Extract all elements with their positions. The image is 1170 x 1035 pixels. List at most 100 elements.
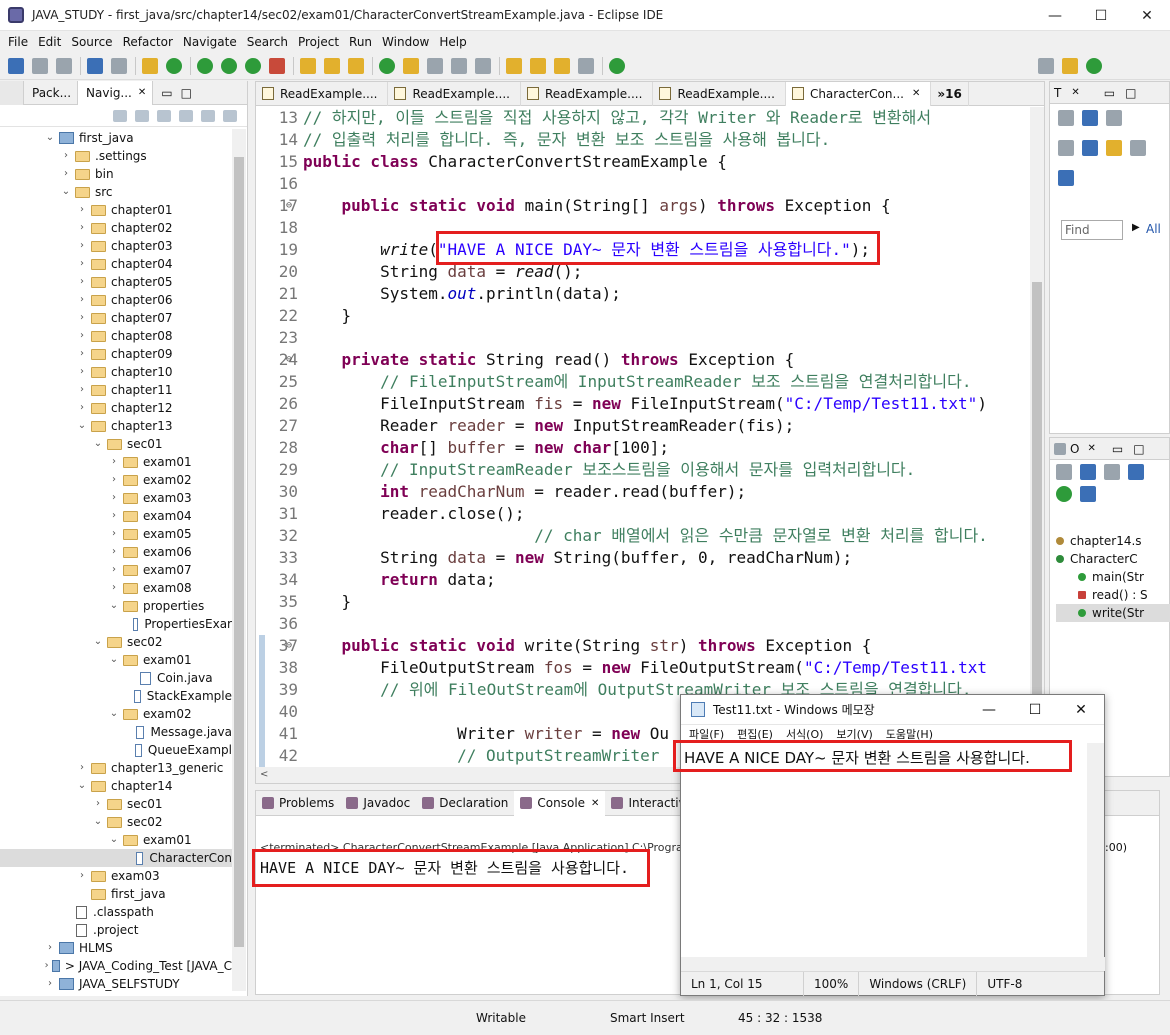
tree-item[interactable]: ⌄ sec01	[0, 435, 232, 453]
chevron-down-icon[interactable]: ⌄	[108, 597, 120, 615]
tab-navigator[interactable]: Navig... ✕	[77, 80, 154, 105]
highlight-icon[interactable]	[403, 57, 419, 74]
sync-icon[interactable]	[1082, 140, 1098, 156]
menu-item-window[interactable]: Window	[382, 35, 429, 49]
tree-item[interactable]: › chapter02	[0, 219, 232, 237]
tab-task-list[interactable]: T	[1054, 86, 1061, 100]
tree-item[interactable]: › exam06	[0, 543, 232, 561]
back-icon[interactable]	[554, 57, 570, 74]
tree-item[interactable]: › chapter07	[0, 309, 232, 327]
editor-vertical-scrollbar[interactable]	[1030, 107, 1044, 767]
tree-item[interactable]: › exam07	[0, 561, 232, 579]
maximize-view-icon[interactable]: □	[1125, 86, 1136, 100]
editor-tab[interactable]: ReadExample....	[653, 81, 786, 106]
chevron-right-icon[interactable]: ›	[76, 255, 88, 273]
tree-item[interactable]: › sec01	[0, 795, 232, 813]
find-arrow-icon[interactable]: ▶	[1132, 222, 1140, 233]
forward-icon[interactable]	[135, 109, 149, 122]
tree-item[interactable]: › .settings	[0, 147, 232, 165]
menu-item-search[interactable]: Search	[247, 35, 288, 49]
maximize-view-icon[interactable]: □	[1133, 442, 1144, 456]
outline-item[interactable]: write(Str	[1056, 604, 1170, 622]
notepad-menu-item[interactable]: 파일(F)	[689, 726, 724, 742]
chevron-down-icon[interactable]: ⌄	[92, 435, 104, 453]
pilcrow-icon[interactable]	[475, 57, 491, 74]
tree-item[interactable]: ⌄ chapter13	[0, 417, 232, 435]
hide-fields-icon[interactable]	[1104, 464, 1120, 480]
tree-item[interactable]: › exam03	[0, 867, 232, 885]
task-find-input[interactable]: Find	[1061, 220, 1123, 240]
sort-icon[interactable]	[1080, 464, 1096, 480]
minimized-views-strip[interactable]	[0, 80, 24, 105]
notepad-horizontal-scrollbar[interactable]	[681, 957, 1105, 971]
previous-annotation-icon[interactable]	[530, 57, 546, 74]
new-icon[interactable]	[8, 57, 24, 74]
chevron-right-icon[interactable]: ›	[76, 291, 88, 309]
chevron-down-icon[interactable]: ⌄	[92, 813, 104, 831]
chevron-right-icon[interactable]: ›	[60, 165, 72, 183]
chevron-right-icon[interactable]: ›	[76, 381, 88, 399]
tree-item[interactable]: ⌄ exam01	[0, 831, 232, 849]
tree-item[interactable]: › chapter08	[0, 327, 232, 345]
tree-item[interactable]: .project	[0, 921, 232, 939]
notepad-maximize-button[interactable]: ☐	[1012, 695, 1058, 725]
minimize-button[interactable]: —	[1032, 0, 1078, 31]
more-tabs-indicator[interactable]: »16	[931, 81, 969, 106]
collapse-all-icon[interactable]	[1056, 464, 1072, 480]
chevron-right-icon[interactable]: ›	[76, 363, 88, 381]
chevron-right-icon[interactable]: ›	[76, 759, 88, 777]
editor-tab[interactable]: ReadExample....	[256, 81, 389, 106]
tree-item[interactable]: › bin	[0, 165, 232, 183]
chevron-down-icon[interactable]: ⌄	[108, 651, 120, 669]
refresh-icon[interactable]	[166, 57, 182, 74]
tree-item[interactable]: CharacterCon	[0, 849, 232, 867]
tree-item[interactable]: ⌄ sec02	[0, 813, 232, 831]
tree-item[interactable]: › chapter03	[0, 237, 232, 255]
tree-item[interactable]: › chapter01	[0, 201, 232, 219]
menu-item-edit[interactable]: Edit	[38, 35, 61, 49]
menu-item-help[interactable]: Help	[439, 35, 466, 49]
menu-item-project[interactable]: Project	[298, 35, 339, 49]
tree-item[interactable]: ⌄ exam02	[0, 705, 232, 723]
close-icon[interactable]: ✕	[912, 88, 920, 99]
outline-item[interactable]: main(Str	[1056, 568, 1170, 586]
tab-problems[interactable]: Problems	[256, 791, 340, 816]
link-icon[interactable]	[1106, 140, 1122, 156]
tree-item[interactable]: › JAVA_SELFSTUDY	[0, 975, 232, 991]
chevron-right-icon[interactable]: ›	[76, 309, 88, 327]
close-button[interactable]: ✕	[1124, 0, 1170, 31]
java-perspective-icon[interactable]	[1062, 58, 1078, 74]
chevron-right-icon[interactable]: ›	[92, 795, 104, 813]
terminal-icon[interactable]	[87, 57, 103, 74]
tree-item[interactable]: › chapter06	[0, 291, 232, 309]
hide-nonpublic-icon[interactable]	[1056, 486, 1072, 502]
save-all-icon[interactable]	[56, 57, 72, 74]
tree-item[interactable]: › chapter10	[0, 363, 232, 381]
minimize-view-icon[interactable]: ▭	[1112, 442, 1123, 456]
next-annotation-icon[interactable]	[506, 57, 522, 74]
chevron-down-icon[interactable]: ⌄	[76, 777, 88, 795]
tab-outline[interactable]: O	[1070, 442, 1079, 456]
notepad-menu-item[interactable]: 편집(E)	[737, 726, 773, 742]
outline-item[interactable]: CharacterC	[1056, 550, 1170, 568]
hide-static-icon[interactable]	[1128, 464, 1144, 480]
tree-item[interactable]: first_java	[0, 885, 232, 903]
close-icon[interactable]: ✕	[1071, 87, 1079, 98]
tab-declaration[interactable]: Declaration	[416, 791, 514, 816]
filter-icon[interactable]	[1106, 110, 1122, 126]
view-menu-icon[interactable]	[223, 109, 237, 122]
collapse-icon[interactable]	[1130, 140, 1146, 156]
tree-item[interactable]: › exam08	[0, 579, 232, 597]
chevron-right-icon[interactable]: ›	[76, 399, 88, 417]
tab-javadoc[interactable]: Javadoc	[340, 791, 416, 816]
menu-item-source[interactable]: Source	[71, 35, 112, 49]
chevron-down-icon[interactable]: ⌄	[76, 417, 88, 435]
chevron-down-icon[interactable]: ⌄	[108, 831, 120, 849]
chevron-right-icon[interactable]: ›	[108, 453, 120, 471]
up-icon[interactable]	[157, 109, 171, 122]
chevron-down-icon[interactable]: ⌄	[44, 129, 56, 147]
close-icon[interactable]: ✕	[1087, 443, 1095, 454]
minimize-view-icon[interactable]: ▭	[161, 86, 172, 100]
tree-item[interactable]: StackExample	[0, 687, 232, 705]
tree-item[interactable]: ⌄ chapter14	[0, 777, 232, 795]
